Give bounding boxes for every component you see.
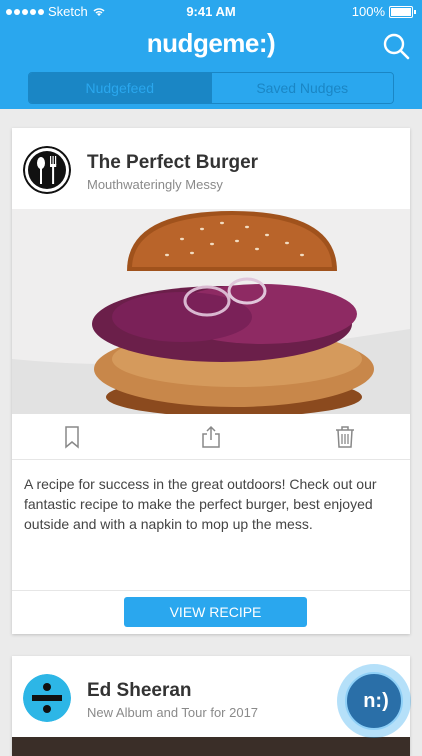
nudge-card: The Perfect Burger Mouthwateringly Messy — [12, 128, 410, 634]
bookmark-icon[interactable] — [60, 425, 84, 449]
app-logo: nudgeme:) — [146, 28, 276, 58]
tab-saved-nudges[interactable]: Saved Nudges — [210, 73, 393, 103]
card-title: Ed Sheeran — [87, 680, 192, 701]
app-header: Sketch 9:41 AM 100% nudgeme:) Nudgefeed … — [0, 0, 422, 109]
trash-icon[interactable] — [333, 425, 357, 449]
share-icon[interactable] — [199, 425, 223, 449]
feed-tab-control: Nudgefeed Saved Nudges — [28, 72, 394, 104]
battery-area: 100% — [352, 4, 416, 19]
card-divider — [12, 590, 410, 591]
divide-icon — [23, 674, 71, 722]
card-subtitle: Mouthwateringly Messy — [87, 177, 223, 192]
fork-knife-icon — [23, 146, 71, 194]
battery-icon — [389, 5, 413, 18]
fab-label: n:) — [363, 690, 389, 712]
status-bar: Sketch 9:41 AM 100% — [0, 0, 422, 22]
battery-label: 100% — [351, 4, 385, 19]
card-description: A recipe for success in the great outdoo… — [24, 476, 377, 532]
fab-inner: n:) — [345, 672, 403, 730]
tab-nudgefeed[interactable]: Nudgefeed — [29, 73, 211, 103]
nudge-fab-button[interactable]: n:) — [337, 664, 411, 738]
view-recipe-button[interactable]: VIEW RECIPE — [124, 597, 307, 627]
search-icon[interactable] — [382, 32, 410, 60]
burger-photo — [12, 209, 410, 414]
card-subtitle: New Album and Tour for 2017 — [87, 705, 259, 720]
card-title: The Perfect Burger — [87, 152, 259, 173]
card-actions — [12, 415, 410, 460]
card-photo — [12, 737, 410, 756]
